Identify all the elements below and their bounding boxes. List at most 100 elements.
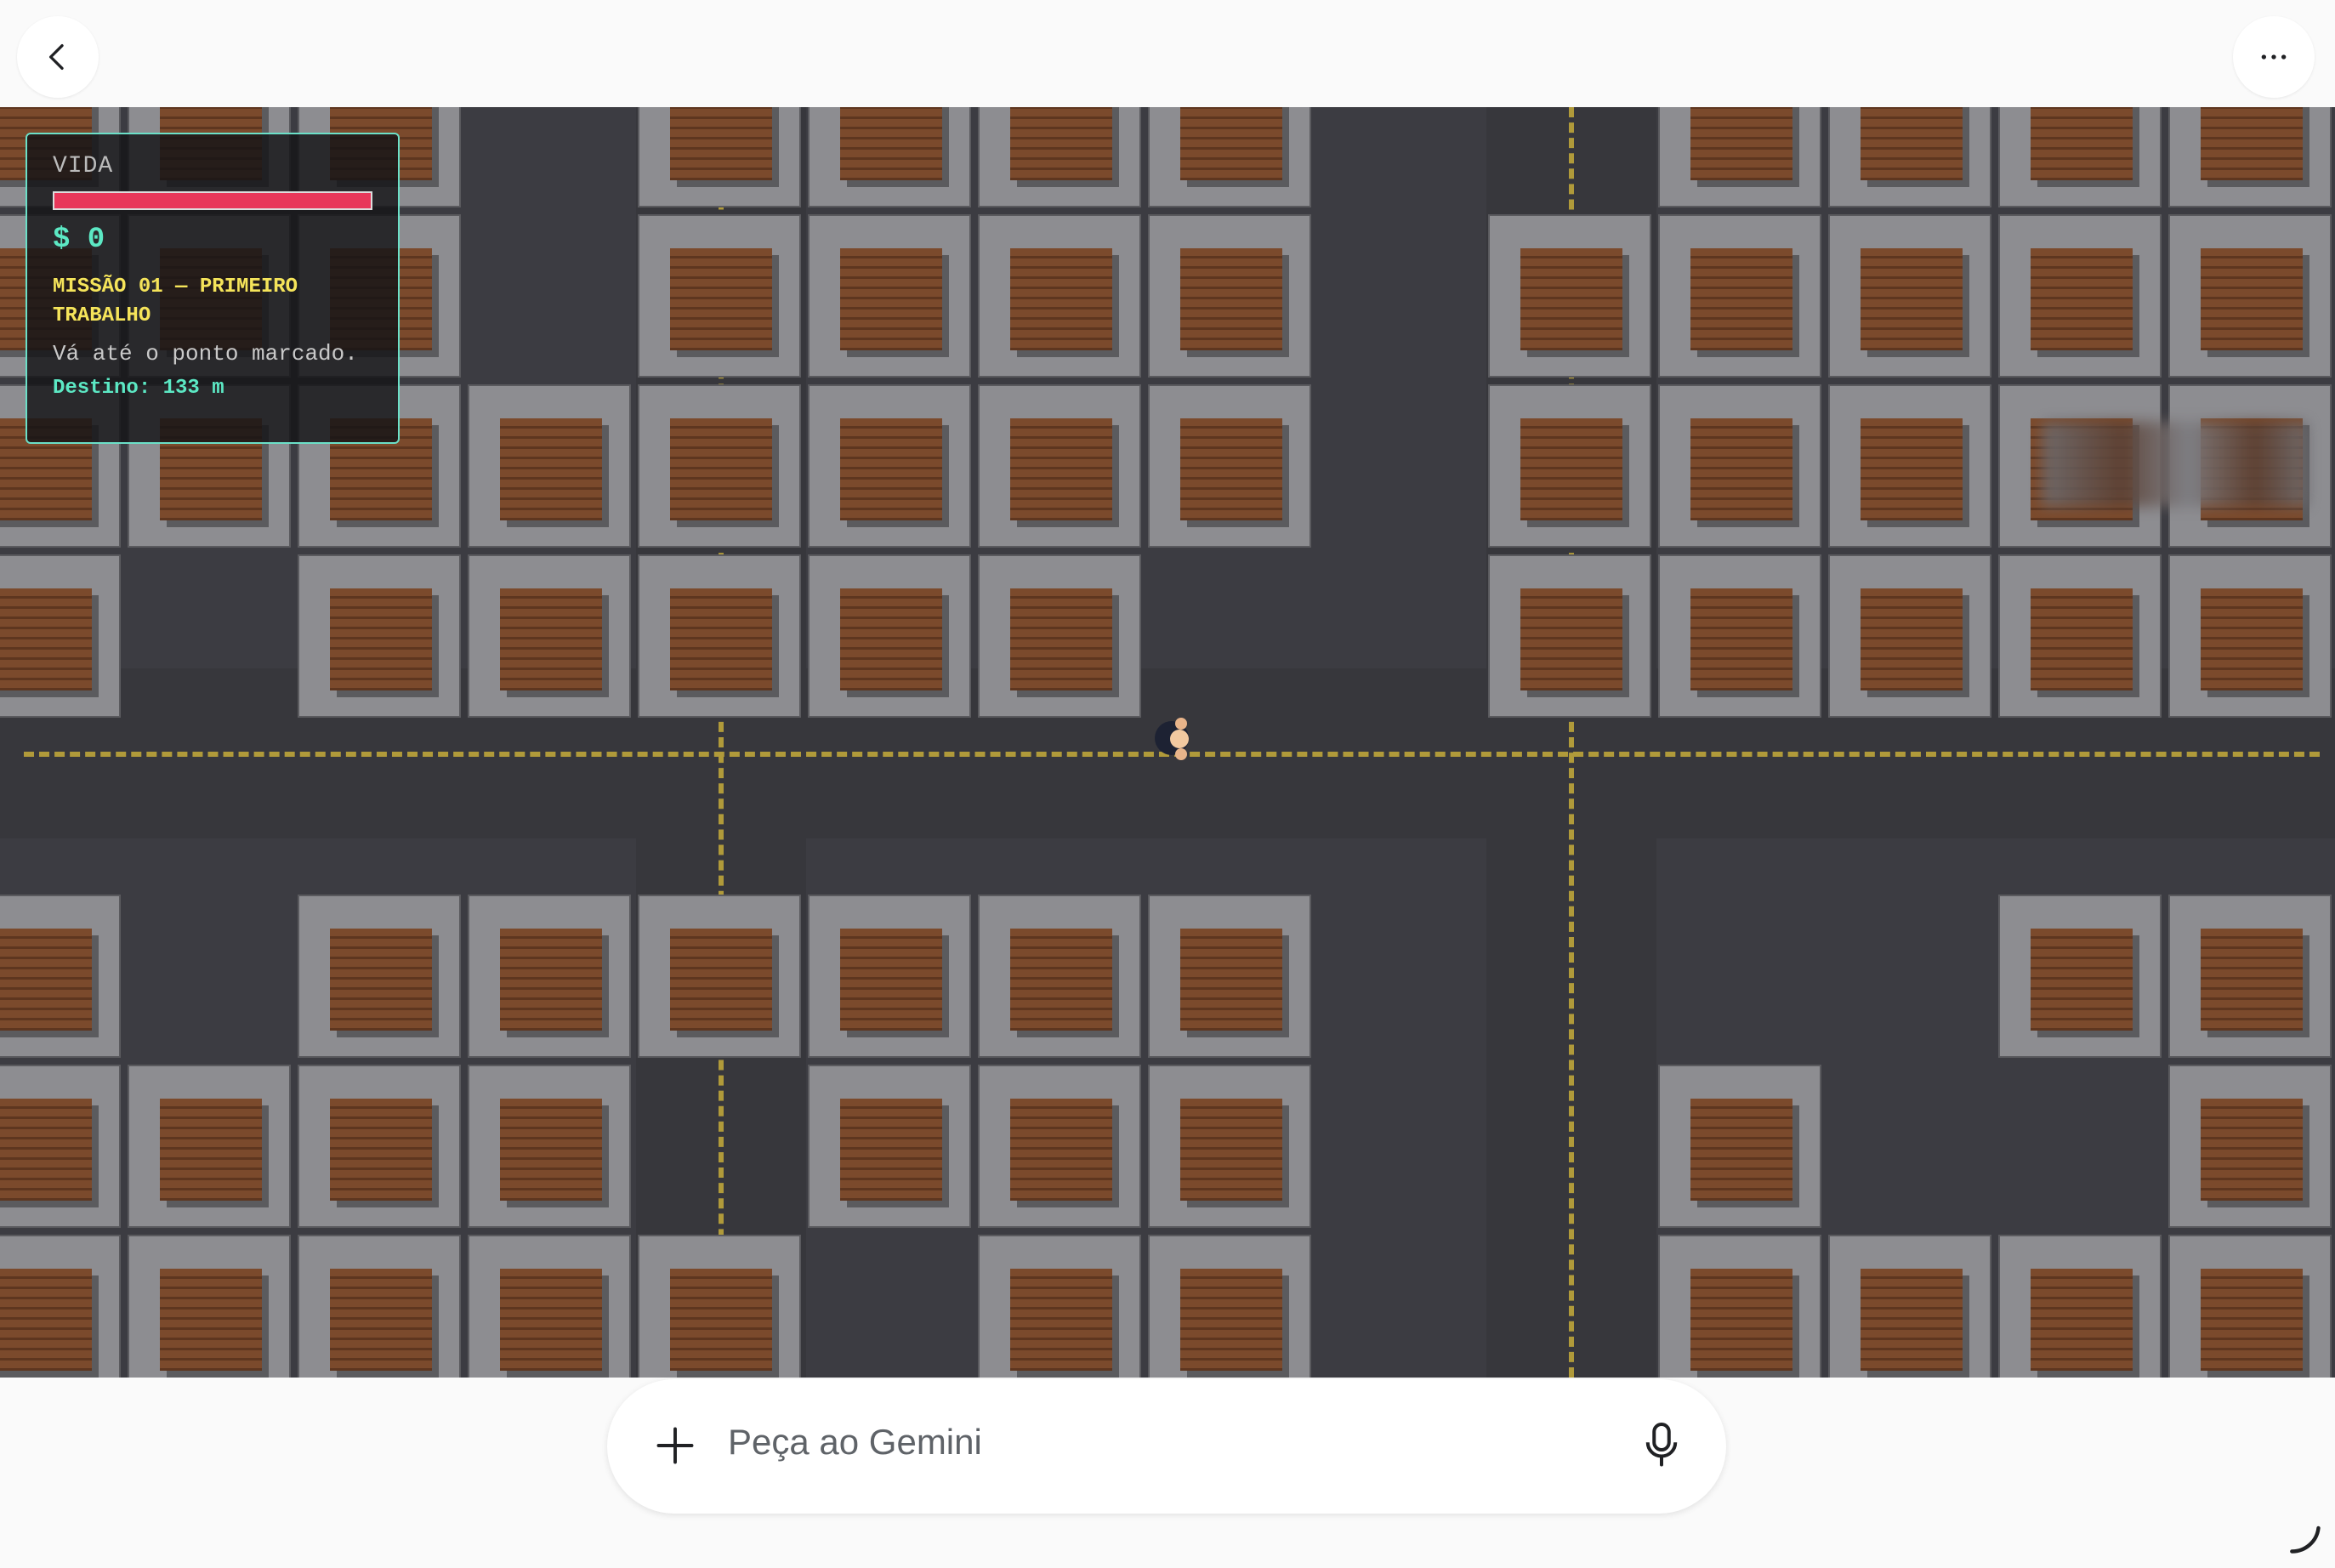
building <box>2168 554 2332 718</box>
building-roof <box>2031 1269 2133 1371</box>
building-roof <box>1690 1269 1792 1371</box>
building-roof <box>500 588 602 690</box>
blurred-area <box>2042 422 2308 507</box>
building-roof <box>0 929 92 1031</box>
building-roof <box>330 1099 432 1201</box>
building-roof <box>1861 1269 1963 1371</box>
building <box>1998 1235 2162 1378</box>
building-roof <box>500 1099 602 1201</box>
building-roof <box>2201 588 2303 690</box>
loading-spinner-icon <box>2290 1525 2321 1554</box>
building-roof <box>1520 418 1622 520</box>
building <box>1488 214 1651 378</box>
building-roof <box>160 1269 262 1371</box>
building-roof <box>2031 588 2133 690</box>
building-roof <box>840 418 942 520</box>
building <box>298 1065 461 1228</box>
building <box>0 1065 121 1228</box>
more-options-button[interactable] <box>2233 16 2315 98</box>
building-roof <box>1180 929 1282 1031</box>
building <box>1998 554 2162 718</box>
building-roof <box>1690 107 1792 180</box>
building <box>468 384 631 548</box>
building <box>1658 214 1821 378</box>
building-roof <box>1861 418 1963 520</box>
gemini-prompt-bar[interactable]: Peça ao Gemini <box>607 1379 1726 1514</box>
building-roof <box>2031 248 2133 350</box>
building-roof <box>330 929 432 1031</box>
back-button[interactable] <box>17 16 99 98</box>
building-roof <box>2031 929 2133 1031</box>
building-roof <box>670 929 772 1031</box>
building <box>978 384 1141 548</box>
building <box>1148 1065 1311 1228</box>
building-roof <box>1861 588 1963 690</box>
money-counter: $ 0 <box>53 224 105 256</box>
building-roof <box>840 107 942 180</box>
building <box>1148 107 1311 207</box>
microphone-icon[interactable] <box>1645 1422 1679 1469</box>
building <box>978 107 1141 207</box>
building-roof <box>330 1269 432 1371</box>
building-roof <box>1010 1269 1112 1371</box>
building-roof <box>1180 1269 1282 1371</box>
building <box>1658 1065 1821 1228</box>
building <box>0 554 121 718</box>
building-roof <box>0 588 92 690</box>
building-roof <box>2201 929 2303 1031</box>
building <box>468 1235 631 1378</box>
building <box>1148 214 1311 378</box>
building-roof <box>0 1099 92 1201</box>
building <box>468 1065 631 1228</box>
building <box>638 384 801 548</box>
building <box>2168 895 2332 1058</box>
building <box>0 895 121 1058</box>
building <box>1658 554 1821 718</box>
building-roof <box>670 418 772 520</box>
building <box>298 895 461 1058</box>
plus-icon[interactable] <box>653 1423 697 1468</box>
player-character <box>1155 718 1192 760</box>
building-roof <box>840 1099 942 1201</box>
building-roof <box>670 1269 772 1371</box>
building-roof <box>1010 418 1112 520</box>
more-horizontal-icon <box>2261 54 2287 60</box>
building-roof <box>1180 248 1282 350</box>
building <box>128 1065 291 1228</box>
building <box>978 554 1141 718</box>
building-roof <box>160 1099 262 1201</box>
building-roof <box>2201 1269 2303 1371</box>
prompt-input[interactable]: Peça ao Gemini <box>728 1422 982 1463</box>
building <box>808 384 971 548</box>
building-roof <box>1010 929 1112 1031</box>
building-roof <box>2031 107 2133 180</box>
building <box>1148 1235 1311 1378</box>
building <box>1998 895 2162 1058</box>
building <box>1488 554 1651 718</box>
mission-description: Vá até o ponto marcado. <box>53 341 358 366</box>
building <box>638 107 801 207</box>
building <box>2168 107 2332 207</box>
building-roof <box>2201 248 2303 350</box>
building <box>0 1235 121 1378</box>
building <box>298 554 461 718</box>
life-label: VIDA <box>53 153 114 179</box>
building-roof <box>1690 248 1792 350</box>
building <box>638 214 801 378</box>
building-roof <box>840 588 942 690</box>
building-roof <box>330 588 432 690</box>
building <box>638 1235 801 1378</box>
building-roof <box>1010 588 1112 690</box>
building <box>128 1235 291 1378</box>
building-roof <box>840 929 942 1031</box>
building <box>978 214 1141 378</box>
building <box>1658 1235 1821 1378</box>
building-roof <box>670 248 772 350</box>
building-roof <box>840 248 942 350</box>
building-roof <box>1180 107 1282 180</box>
life-bar <box>53 191 372 210</box>
building <box>808 214 971 378</box>
building-roof <box>1010 248 1112 350</box>
building-roof <box>1010 1099 1112 1201</box>
building <box>1828 214 1991 378</box>
